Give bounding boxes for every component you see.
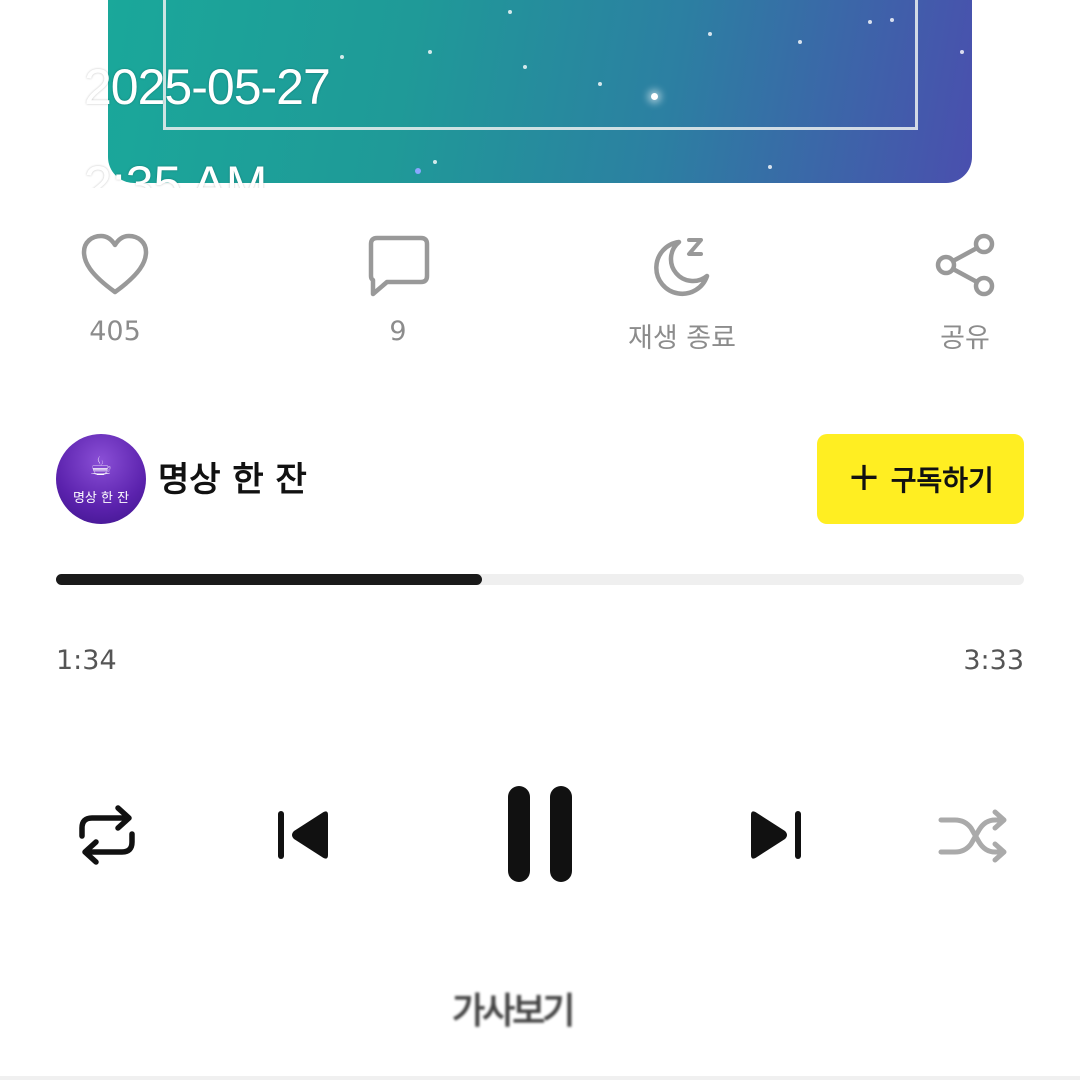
playback-controls xyxy=(0,770,1080,900)
watermark-time: 2:35 AM xyxy=(84,156,268,188)
cup-icon: ☕ xyxy=(89,452,113,482)
star xyxy=(598,82,602,86)
total-time: 3:33 xyxy=(963,645,1024,676)
repeat-button[interactable] xyxy=(72,800,142,874)
star xyxy=(798,40,802,44)
star xyxy=(340,55,344,59)
sleep-timer-button[interactable]: 재생 종료 xyxy=(602,232,762,355)
pause-icon xyxy=(508,786,572,882)
star xyxy=(960,50,964,54)
bottom-divider xyxy=(0,1076,1080,1080)
like-button[interactable]: 405 xyxy=(35,232,195,347)
star xyxy=(768,165,772,169)
channel-avatar[interactable]: ☕ 명상 한 잔 xyxy=(56,434,146,524)
next-button[interactable] xyxy=(745,805,809,869)
progress-bar[interactable] xyxy=(56,574,1024,585)
star xyxy=(433,160,437,164)
comment-count: 9 xyxy=(389,316,407,347)
star xyxy=(890,18,894,22)
star xyxy=(415,168,421,174)
channel-row: ☕ 명상 한 잔 명상 한 잔 + 구독하기 xyxy=(56,434,1024,524)
shuffle-icon xyxy=(938,809,1007,863)
channel-name[interactable]: 명상 한 잔 xyxy=(158,452,307,501)
star xyxy=(428,50,432,54)
subscribe-label: 구독하기 xyxy=(890,464,994,497)
pause-button[interactable] xyxy=(500,782,580,890)
repeat-icon xyxy=(79,805,135,865)
shuffle-button[interactable] xyxy=(937,806,1009,870)
heart-icon xyxy=(81,233,149,295)
action-row: 405 9 재생 종료 공유 xyxy=(0,232,1080,372)
sleep-timer-label: 재생 종료 xyxy=(628,323,736,354)
previous-icon xyxy=(278,811,328,859)
progress-fill xyxy=(56,574,482,585)
share-label: 공유 xyxy=(940,323,990,354)
subscribe-button[interactable]: + 구독하기 xyxy=(817,434,1024,524)
previous-button[interactable] xyxy=(272,805,336,869)
comment-button[interactable]: 9 xyxy=(318,232,478,347)
plus-icon: + xyxy=(847,454,881,500)
share-icon xyxy=(935,233,995,297)
star xyxy=(523,65,527,69)
star xyxy=(508,10,512,14)
current-time: 1:34 xyxy=(56,645,117,676)
star xyxy=(868,20,872,24)
next-icon xyxy=(751,811,801,859)
lyrics-button[interactable]: 가사보기 xyxy=(452,982,575,1034)
star xyxy=(708,32,712,36)
share-button[interactable]: 공유 xyxy=(885,232,1045,355)
sleep-timer-icon xyxy=(654,238,710,297)
avatar-text: 명상 한 잔 xyxy=(72,491,130,506)
like-count: 405 xyxy=(89,316,141,347)
watermark-date: 2025-05-27 xyxy=(84,59,331,115)
comment-icon xyxy=(368,235,430,297)
star xyxy=(651,93,658,100)
